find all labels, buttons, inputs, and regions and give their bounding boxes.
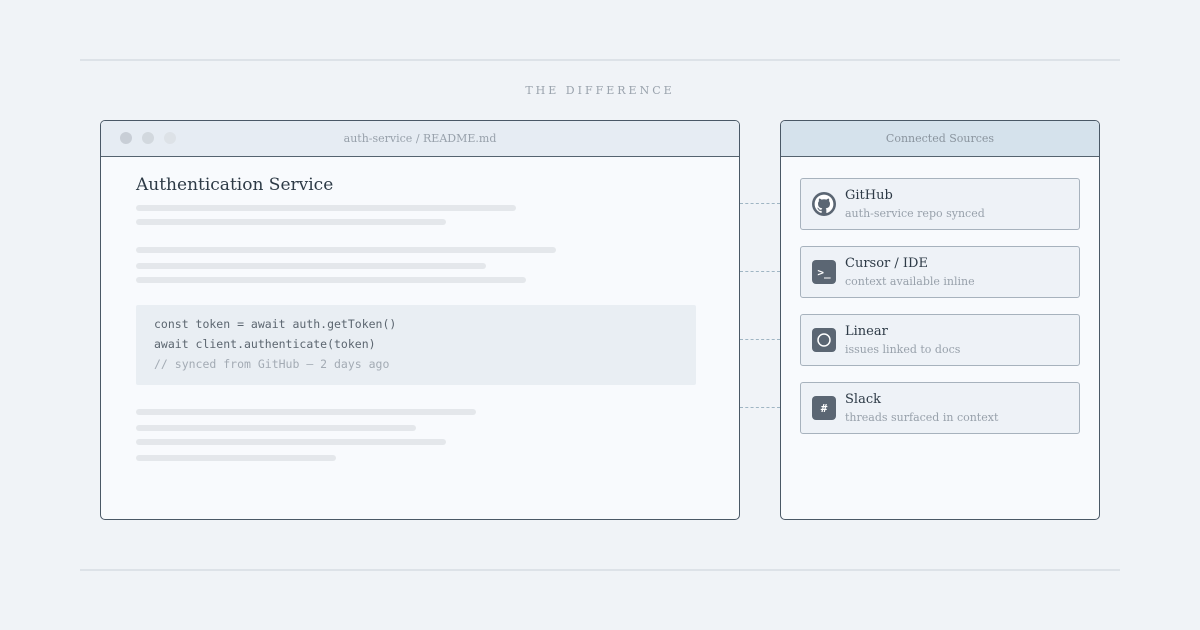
text-placeholder-line xyxy=(136,439,446,445)
text-placeholder-line xyxy=(136,263,486,269)
connector-github xyxy=(740,203,780,204)
terminal-icon: >_ xyxy=(812,260,836,284)
circle-icon xyxy=(812,328,836,352)
text-placeholder-line xyxy=(136,425,416,431)
source-card-slack[interactable]: # Slack threads surfaced in context xyxy=(800,382,1080,434)
section-eyebrow: THE DIFFERENCE xyxy=(525,84,675,97)
top-divider xyxy=(80,59,1120,61)
code-line: const token = await auth.getToken() xyxy=(154,317,397,331)
connector-cursor xyxy=(740,271,780,272)
terminal-glyph: >_ xyxy=(817,265,831,279)
document-title: Authentication Service xyxy=(136,175,334,195)
hash-icon: # xyxy=(812,396,836,420)
code-block: const token = await auth.getToken() awai… xyxy=(136,305,696,385)
connector-slack xyxy=(740,407,780,408)
source-description: threads surfaced in context xyxy=(845,411,999,424)
source-description: auth-service repo synced xyxy=(845,207,985,220)
text-placeholder-line xyxy=(136,247,556,253)
window-titlebar: auth-service / README.md xyxy=(101,121,739,157)
github-icon xyxy=(812,192,836,216)
source-name: GitHub xyxy=(845,188,893,203)
source-description: issues linked to docs xyxy=(845,343,961,356)
source-card-linear[interactable]: Linear issues linked to docs xyxy=(800,314,1080,366)
text-placeholder-line xyxy=(136,455,336,461)
text-placeholder-line xyxy=(136,219,446,225)
bottom-divider xyxy=(80,569,1120,571)
code-line: await client.authenticate(token) xyxy=(154,337,376,351)
text-placeholder-line xyxy=(136,409,476,415)
source-name: Cursor / IDE xyxy=(845,256,928,271)
connector-linear xyxy=(740,339,780,340)
window-title: auth-service / README.md xyxy=(343,132,497,145)
code-comment: // synced from GitHub — 2 days ago xyxy=(154,357,390,371)
panel-header: Connected Sources xyxy=(781,121,1099,157)
source-card-github[interactable]: GitHub auth-service repo synced xyxy=(800,178,1080,230)
connected-sources-panel: Connected Sources GitHub auth-service re… xyxy=(780,120,1100,520)
text-placeholder-line xyxy=(136,277,526,283)
source-name: Slack xyxy=(845,392,881,407)
editor-window: auth-service / README.md Authentication … xyxy=(100,120,740,520)
panel-title: Connected Sources xyxy=(885,132,995,145)
hash-glyph: # xyxy=(820,401,828,415)
source-name: Linear xyxy=(845,324,888,339)
text-placeholder-line xyxy=(136,205,516,211)
source-card-cursor[interactable]: >_ Cursor / IDE context available inline xyxy=(800,246,1080,298)
source-description: context available inline xyxy=(845,275,975,288)
